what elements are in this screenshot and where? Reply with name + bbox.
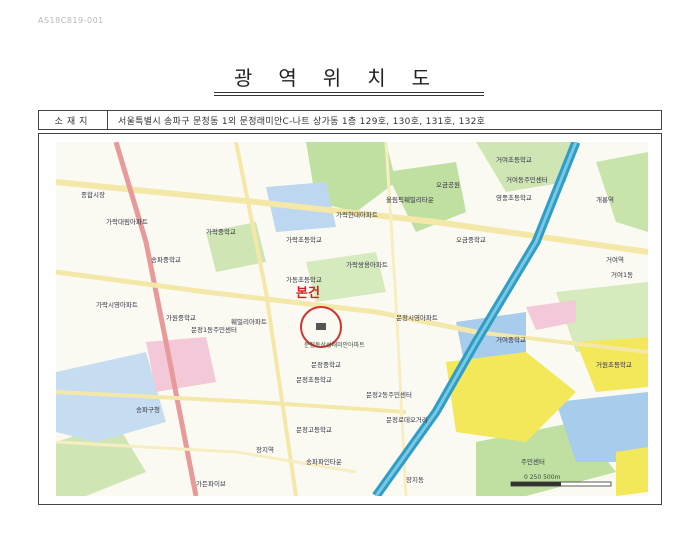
document-page: AS18C819-001 광역위치도 소재지 서울특별시 송파구 문정동 1외 … <box>0 0 695 552</box>
development-zone <box>616 447 648 496</box>
title-underline-double <box>214 95 484 96</box>
place-label: 개롱역 <box>596 195 614 204</box>
place-label: 가락쌍용아파트 <box>346 260 388 269</box>
place-label: 송파구청 <box>136 405 160 414</box>
place-label: 장지역 <box>256 445 274 454</box>
place-label: 가원중학교 <box>166 313 196 322</box>
place-label: 문정1동주민센터 <box>191 325 237 334</box>
document-code: AS18C819-001 <box>38 16 104 25</box>
place-label: 장지동 <box>406 475 424 484</box>
place-label: 오금공원 <box>436 180 460 189</box>
title-underline <box>214 92 484 93</box>
place-label: 가든파이브 <box>196 479 226 488</box>
subject-building-label: 문정동삼성래미안아파트 <box>304 341 365 349</box>
location-map[interactable]: 본건 문정동삼성래미안아파트 종합시장 가락대림아파트 가락초등학교 송파중학교… <box>56 142 648 496</box>
address-label: 소재지 <box>39 111 108 129</box>
place-label: 올림픽훼밀리타운 <box>386 195 434 204</box>
place-label: 문정중학교 <box>311 360 341 369</box>
place-label: 영풍초등학교 <box>496 193 532 202</box>
place-label: 가락초등학교 <box>286 235 322 244</box>
scale-bar-filled <box>511 482 561 486</box>
place-label: 종합시장 <box>81 190 105 199</box>
address-table: 소재지 서울특별시 송파구 문정동 1외 문정래미안C-나트 상가동 1층 12… <box>38 110 662 130</box>
map-svg: 본건 문정동삼성래미안아파트 종합시장 가락대림아파트 가락초등학교 송파중학교… <box>56 142 648 496</box>
place-label: 거여1동 <box>611 270 633 279</box>
place-label: 가락대림아파트 <box>106 217 148 226</box>
place-label: 문정2동주민센터 <box>366 390 412 399</box>
address-value: 서울특별시 송파구 문정동 1외 문정래미안C-나트 상가동 1층 129호, … <box>118 116 486 127</box>
place-label: 오금중학교 <box>456 235 486 244</box>
place-label: 문정고등학교 <box>296 425 332 434</box>
place-label: 거여중학교 <box>496 335 526 344</box>
place-label: 가락중학교 <box>206 227 236 236</box>
place-label: 거여동주민센터 <box>506 175 548 184</box>
place-label: 거원초등학교 <box>596 360 632 369</box>
commercial-area <box>146 337 216 392</box>
place-label: 가락시영아파트 <box>96 300 138 309</box>
subject-label: 본건 <box>296 285 320 301</box>
place-label: 거여역 <box>606 255 624 264</box>
place-label: 송파중학교 <box>151 255 181 264</box>
place-label: 훼밀리아파트 <box>231 317 267 326</box>
place-label: 송파파인타운 <box>306 457 342 466</box>
place-label: 가동초등학교 <box>286 275 322 284</box>
place-label: 문정초등학교 <box>296 375 332 384</box>
place-label: 문정시영아파트 <box>396 313 438 322</box>
place-label: 거여초등학교 <box>496 155 532 164</box>
page-title: 광역위치도 <box>234 66 456 90</box>
place-label: 가락현대아파트 <box>336 210 378 219</box>
place-label: 문정로데오거리 <box>386 415 428 424</box>
place-label: 주민센터 <box>521 457 545 466</box>
subject-building-icon <box>316 323 326 330</box>
scale-label: 0 250 500m <box>524 474 561 481</box>
